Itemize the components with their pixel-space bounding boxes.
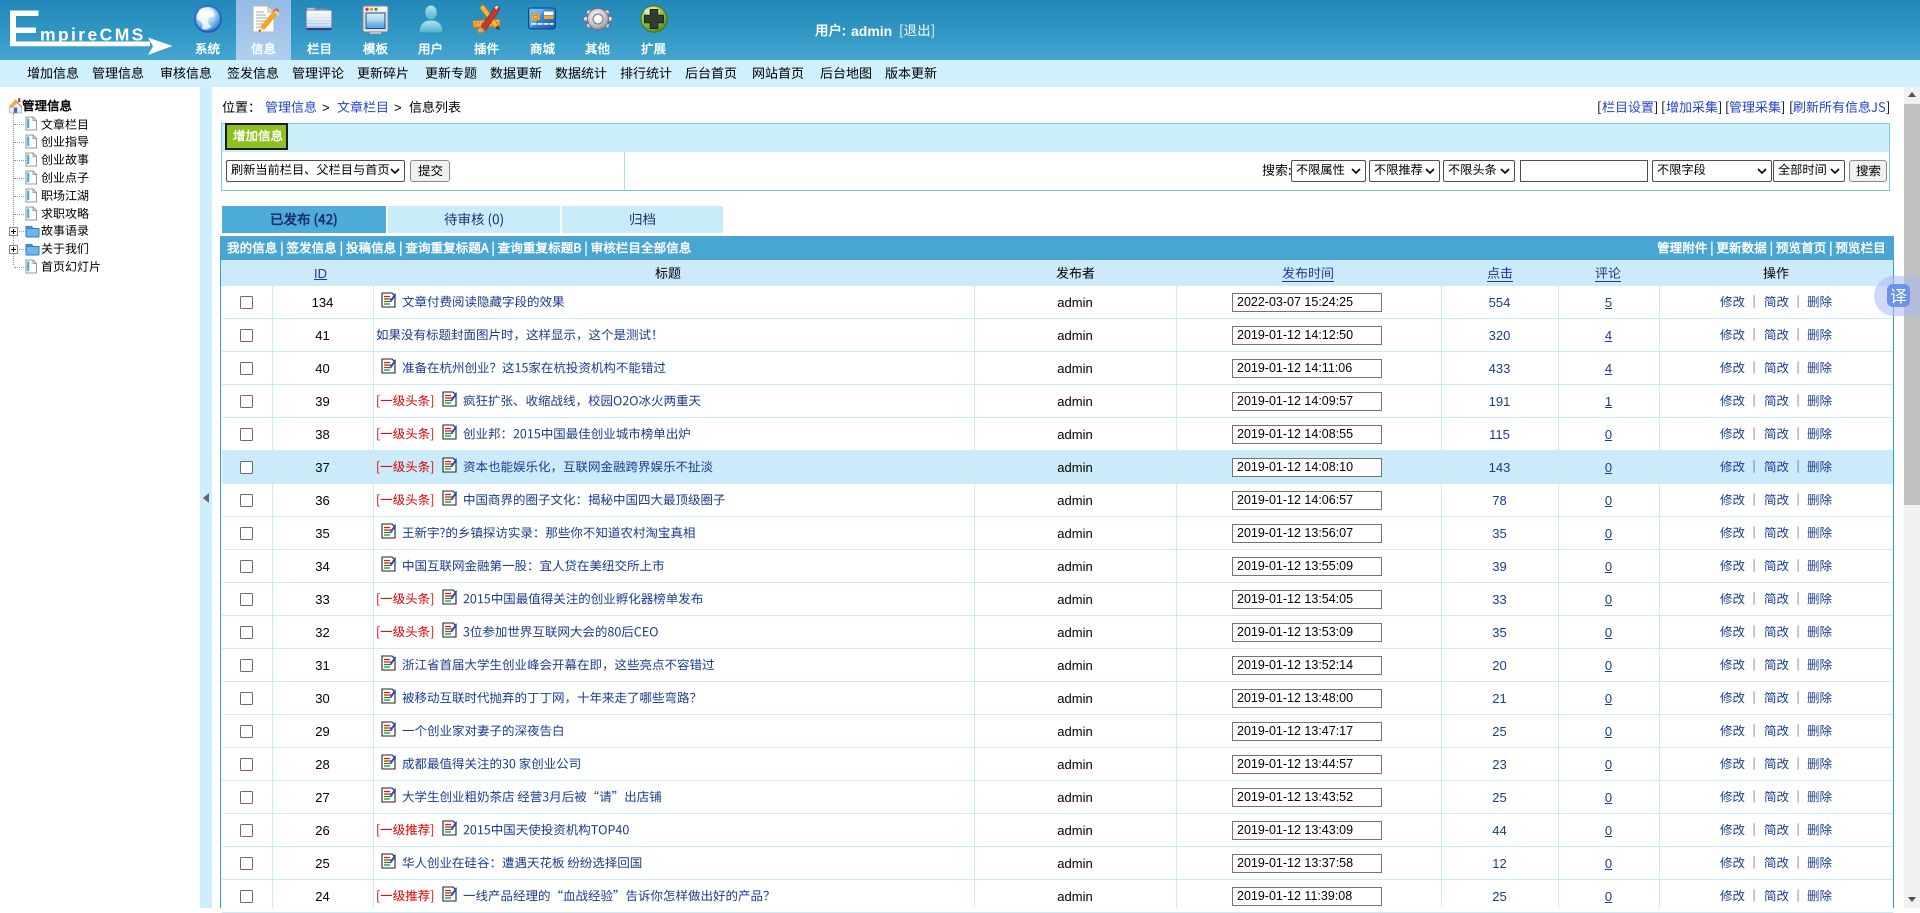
svg-text:mpireCMS: mpireCMS — [40, 25, 146, 45]
